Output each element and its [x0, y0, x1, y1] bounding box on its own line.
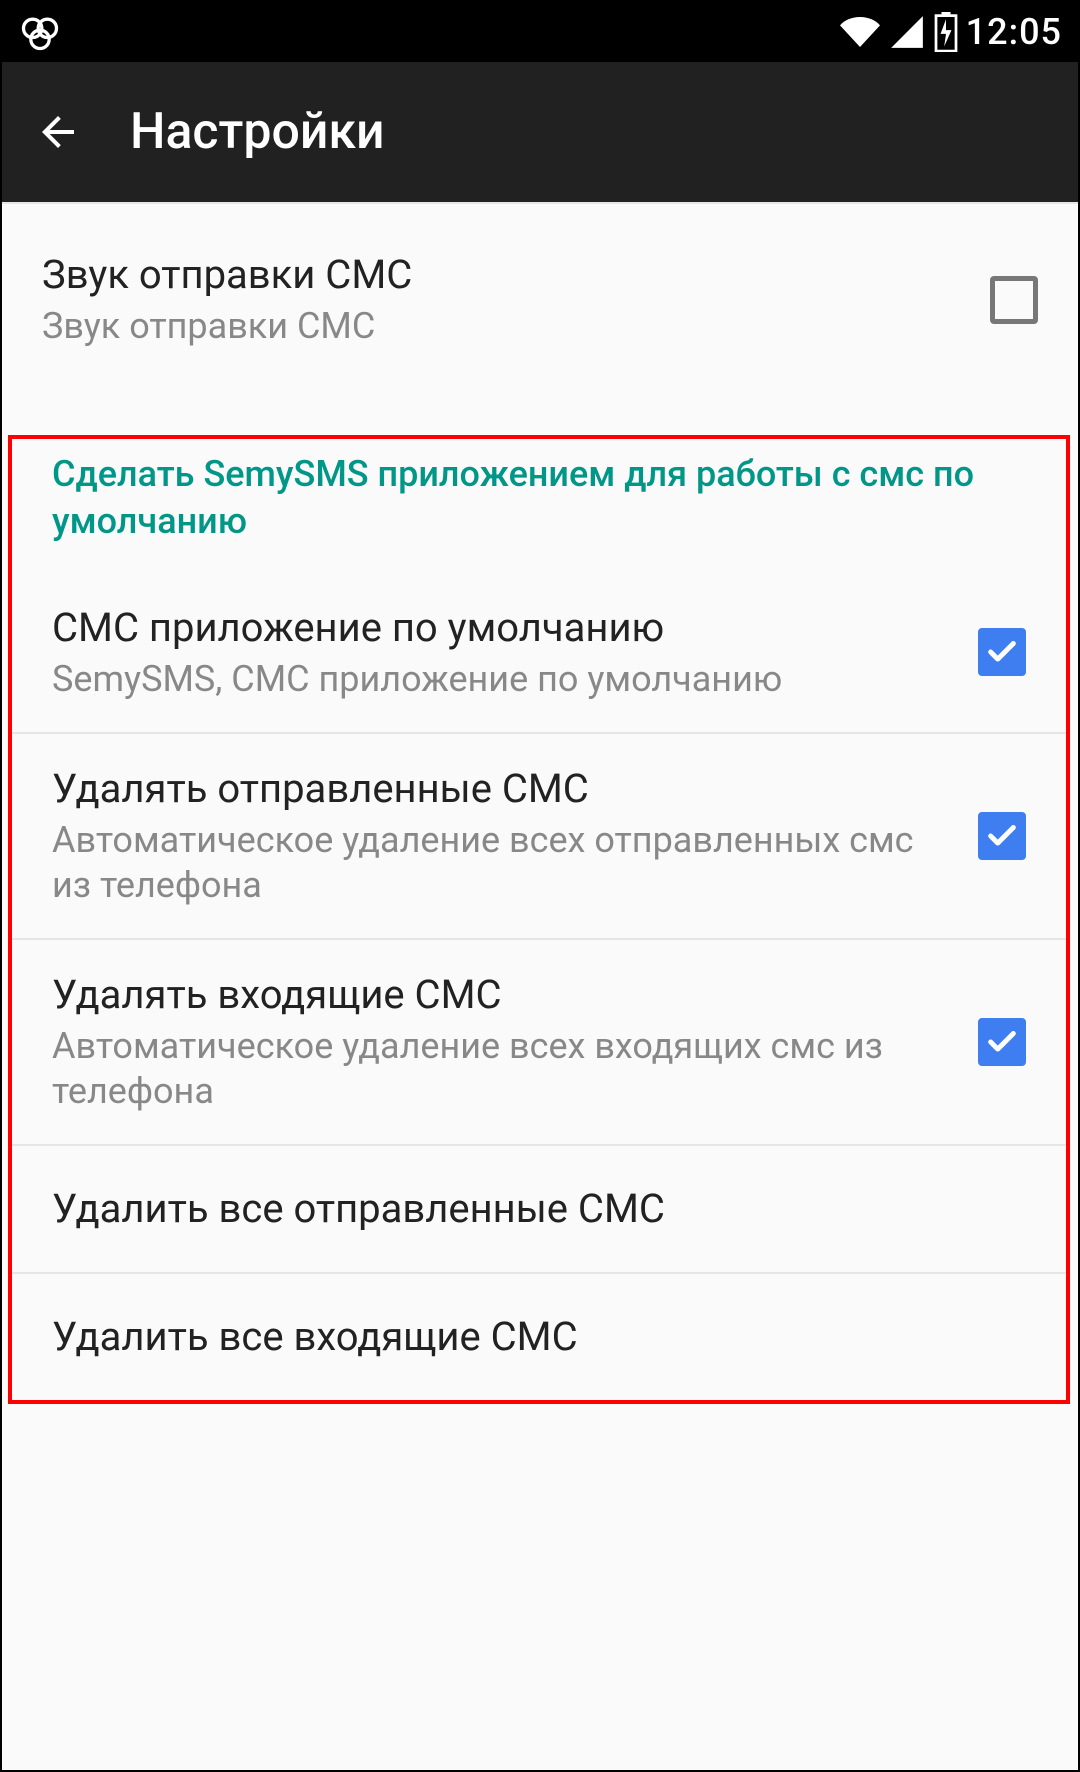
checkbox-checked[interactable] — [978, 628, 1026, 676]
setting-title: Звук отправки СМС — [42, 250, 970, 300]
section-header: Сделать SemySMS приложением для работы с… — [12, 439, 1066, 573]
setting-sound-send[interactable]: Звук отправки СМС Звук отправки СМС — [2, 204, 1078, 403]
setting-subtitle: Автоматическое удаление всех отправленны… — [52, 818, 958, 908]
setting-subtitle: Звук отправки СМС — [42, 304, 970, 349]
app-bar: Настройки — [2, 62, 1078, 202]
setting-subtitle: Автоматическое удаление всех входящих см… — [52, 1024, 958, 1114]
setting-delete-sent[interactable]: Удалять отправленные СМС Автоматическое … — [12, 734, 1066, 938]
action-delete-all-sent[interactable]: Удалить все отправленные СМС — [12, 1146, 1066, 1272]
checkbox-checked[interactable] — [978, 1018, 1026, 1066]
setting-title: Удалять входящие СМС — [52, 970, 958, 1020]
action-delete-all-incoming[interactable]: Удалить все входящие СМС — [12, 1274, 1066, 1400]
setting-subtitle: SemySMS, СМС приложение по умолчанию — [52, 657, 958, 702]
checkbox-checked[interactable] — [978, 812, 1026, 860]
checkbox-unchecked[interactable] — [990, 276, 1038, 324]
setting-title: СМС приложение по умолчанию — [52, 603, 958, 653]
battery-charging-icon — [934, 12, 958, 52]
setting-title: Удалить все входящие СМС — [52, 1312, 1006, 1362]
page-title: Настройки — [130, 103, 385, 161]
signal-icon — [888, 13, 926, 51]
status-bar: 12:05 — [2, 2, 1078, 62]
setting-default-sms-app[interactable]: СМС приложение по умолчанию SemySMS, СМС… — [12, 573, 1066, 732]
setting-title: Удалять отправленные СМС — [52, 764, 958, 814]
highlighted-section: Сделать SemySMS приложением для работы с… — [8, 435, 1070, 1404]
wifi-icon — [840, 12, 880, 52]
setting-title: Удалить все отправленные СМС — [52, 1184, 1006, 1234]
setting-delete-incoming[interactable]: Удалять входящие СМС Автоматическое удал… — [12, 940, 1066, 1144]
app-status-icon — [18, 10, 62, 54]
back-button[interactable] — [30, 104, 86, 160]
status-time: 12:05 — [966, 11, 1062, 53]
